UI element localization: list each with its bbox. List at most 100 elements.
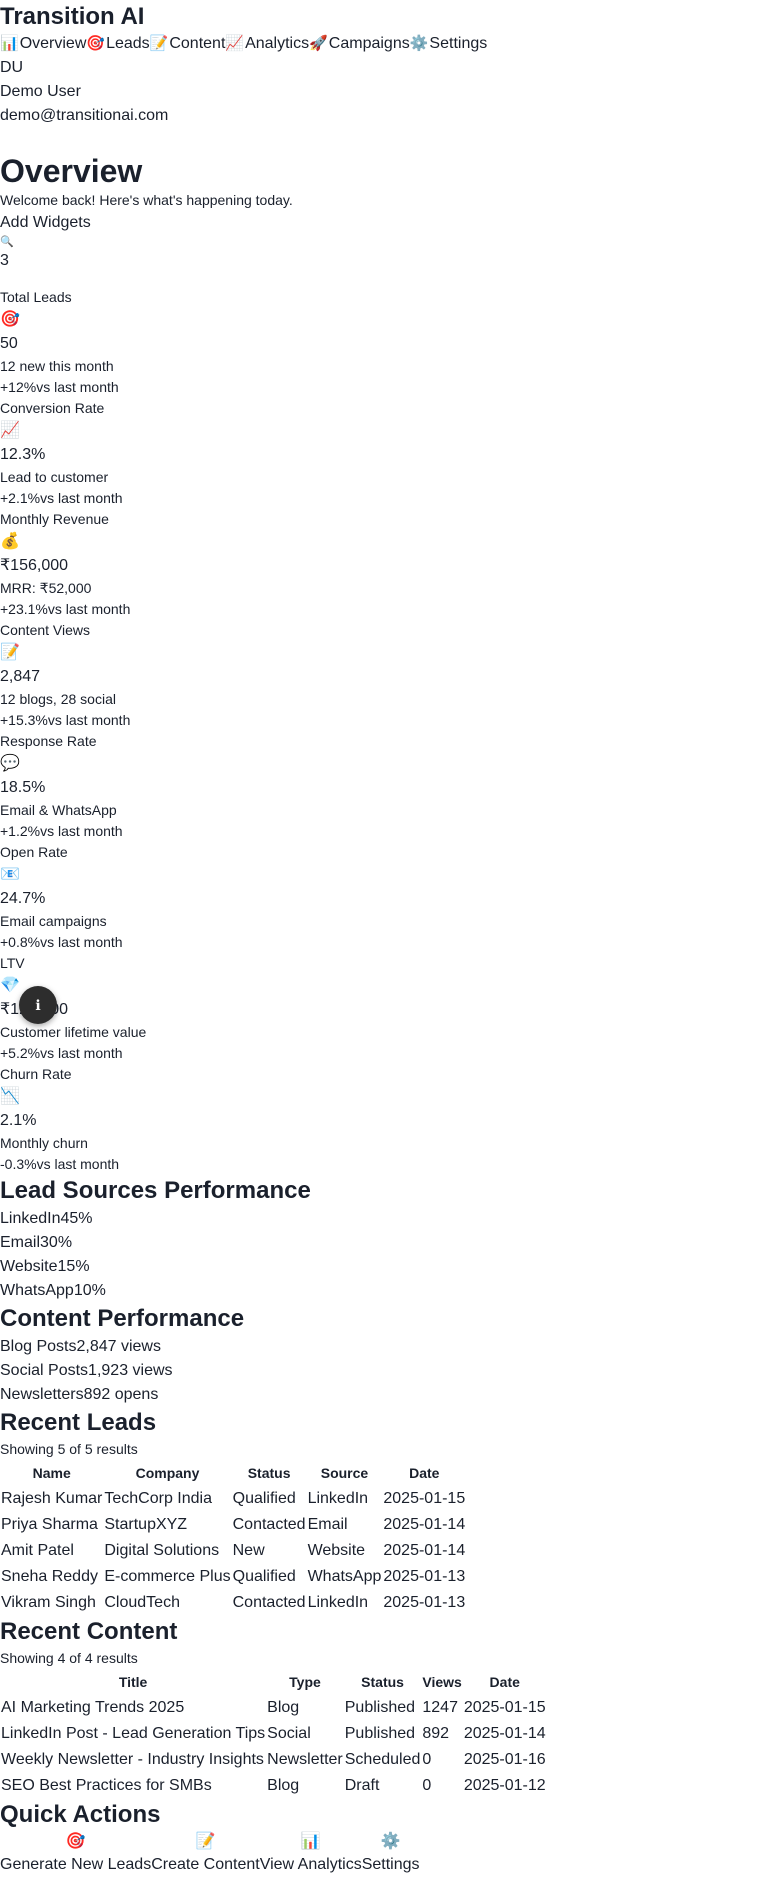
table-cell: Amit Patel: [1, 1542, 74, 1560]
table-row[interactable]: Amit Patel Digital Solutions New Website 202…: [0, 1538, 466, 1564]
column-header-date[interactable]: Date: [382, 1460, 466, 1486]
column-header-views[interactable]: Views: [421, 1669, 462, 1695]
nav-item-analytics[interactable]: 📈 Analytics: [225, 32, 309, 56]
lead-source-value: 15%: [57, 1258, 90, 1276]
table-row[interactable]: Rajesh Kumar TechCorp India Qualified Linke…: [0, 1486, 466, 1512]
info-floating-button[interactable]: ℹ: [19, 986, 57, 1024]
kpi-value: ₹156,000: [0, 557, 69, 575]
nav-item-label: Content: [169, 34, 226, 52]
kpi-change-value: +23.1%: [0, 601, 48, 618]
kpi-card: Response Rate 💬 18.5% Email & WhatsApp +1.2%…: [0, 731, 760, 842]
quick-action-create-content[interactable]: 📝 Create Content: [151, 1831, 260, 1877]
table-cell: Contacted: [232, 1516, 306, 1534]
table-cell: Published: [344, 1699, 416, 1717]
add-widgets-button[interactable]: Add Widgets: [0, 211, 91, 235]
kpi-card: Churn Rate 📉 2.1% Monthly churn -0.3%vs last…: [0, 1064, 760, 1175]
column-header-source[interactable]: Source: [307, 1460, 383, 1486]
table-header-row: Name Company Status Source Date: [0, 1460, 466, 1486]
table-row[interactable]: LinkedIn Post - Lead Generation Tips Soci…: [0, 1721, 547, 1747]
table-row[interactable]: Priya Sharma StartupXYZ Contacted Email 2025…: [0, 1512, 466, 1538]
table-cell: 0: [422, 1751, 432, 1769]
table-cell: 2025-01-14: [463, 1725, 546, 1743]
table-cell: Qualified: [232, 1490, 296, 1508]
recent-content-table: Title Type Status Views Date AI Marketing Tre…: [0, 1669, 547, 1799]
kpi-change: +0.8%vs last month: [0, 932, 760, 953]
user-name: Demo User: [0, 82, 81, 100]
kpi-change-value: -0.3%: [0, 1156, 37, 1173]
quick-action-generate-new-leads[interactable]: 🎯 Generate New Leads: [0, 1831, 151, 1877]
kpi-subtext: Monthly churn: [0, 1135, 88, 1152]
table-cell: Published: [344, 1725, 416, 1743]
quick-action-view-analytics[interactable]: 📊 View Analytics: [260, 1831, 362, 1877]
nav-item-campaigns[interactable]: 🚀 Campaigns: [309, 32, 410, 56]
info-icon: ℹ: [35, 996, 41, 1013]
nav-item-label: Leads: [106, 34, 150, 52]
table-row[interactable]: Weekly Newsletter - Industry Insights New…: [0, 1747, 547, 1773]
table-cell: Email: [307, 1516, 348, 1534]
table-row[interactable]: Vikram Singh CloudTech Contacted LinkedIn 20…: [0, 1590, 466, 1616]
kpi-value: ₹125,000: [0, 998, 760, 1022]
quick-action-icon: ⚙️: [380, 1833, 401, 1851]
column-header-name[interactable]: Name: [0, 1460, 103, 1486]
nav-item-settings[interactable]: ⚙️ Settings: [410, 32, 488, 56]
kpi-label: Total Leads: [0, 289, 72, 306]
kpi-card: LTV 💎 ₹125,000 Customer lifetime value +5.2%…: [0, 953, 760, 1064]
table-cell: 2025-01-14: [383, 1516, 466, 1534]
table-cell: Vikram Singh: [1, 1594, 96, 1612]
lead-source-name: LinkedIn: [0, 1210, 61, 1228]
recent-leads-section: Recent Leads Showing 5 of 5 results Name…: [0, 1407, 760, 1616]
table-row[interactable]: AI Marketing Trends 2025 Blog Published 124…: [0, 1695, 547, 1721]
table-header: Title Type Status Views Date: [0, 1669, 547, 1695]
table-cell: Contacted: [232, 1594, 306, 1612]
campaigns-icon: 🚀: [309, 34, 328, 52]
column-header-company[interactable]: Company: [103, 1460, 231, 1486]
table-cell: Weekly Newsletter - Industry Insights: [1, 1751, 264, 1769]
table-cell: 2025-01-16: [463, 1751, 546, 1769]
kpi-change-value: +0.8%: [0, 934, 41, 951]
table-cell: WhatsApp: [307, 1568, 382, 1586]
table-cell: Blog: [267, 1777, 300, 1795]
lead-source-name: Email: [0, 1234, 41, 1252]
quick-action-icon: 📊: [300, 1833, 321, 1851]
table-cell: 2025-01-13: [383, 1594, 466, 1612]
kpi-change-value: +5.2%: [0, 1045, 41, 1062]
column-header-status[interactable]: Status: [232, 1460, 307, 1486]
table-cell: SEO Best Practices for SMBs: [1, 1777, 212, 1795]
table-row[interactable]: Sneha Reddy E-commerce Plus Qualified Whats…: [0, 1564, 466, 1590]
widget-count: 3: [0, 252, 9, 270]
column-header-status[interactable]: Status: [344, 1669, 422, 1695]
column-header-type[interactable]: Type: [266, 1669, 344, 1695]
recent-content-title: Recent Content: [0, 1618, 178, 1646]
content-performance-item: Blog Posts2,847 views: [0, 1335, 760, 1359]
nav-item-overview[interactable]: 📊 Overview: [0, 32, 86, 56]
table-row[interactable]: SEO Best Practices for SMBs Blog Draft 0 202…: [0, 1773, 547, 1799]
table-cell: 2025-01-13: [383, 1568, 466, 1586]
content-icon: 📝: [149, 34, 169, 52]
kpi-change: +2.1%vs last month: [0, 488, 760, 509]
column-header-title[interactable]: Title: [0, 1669, 266, 1695]
nav-item-label: Overview: [19, 34, 87, 52]
nav-item-label: Analytics: [245, 34, 310, 52]
content-performance-title: Content Performance: [0, 1305, 245, 1333]
user-avatar[interactable]: DU: [0, 56, 760, 80]
kpi-card: Open Rate 📧 24.7% Email campaigns +0.8%vs la…: [0, 842, 760, 953]
table-cell: LinkedIn: [307, 1490, 369, 1508]
nav-item-content[interactable]: 📝 Content: [150, 32, 226, 56]
nav-item-leads[interactable]: 🎯 Leads: [86, 32, 149, 56]
lead-source-name: Website: [0, 1258, 58, 1276]
lead-source-item: WhatsApp10%: [0, 1279, 760, 1303]
table-cell: Website: [307, 1542, 366, 1560]
quick-action-settings[interactable]: ⚙️ Settings: [362, 1831, 420, 1877]
column-header-date[interactable]: Date: [463, 1669, 547, 1695]
kpi-grid: Total Leads 🎯 50 12 new this month +12%vs la…: [0, 287, 760, 1175]
kpi-change: -0.3%vs last month: [0, 1154, 760, 1175]
recent-content-count: Showing 4 of 4 results: [0, 1650, 138, 1667]
table-cell: 2025-01-14: [383, 1542, 466, 1560]
quick-action-icon: 🎯: [65, 1833, 86, 1851]
quick-actions-title: Quick Actions: [0, 1801, 161, 1829]
table-cell: Qualified: [232, 1568, 296, 1586]
overview-icon: 📊: [0, 34, 19, 52]
kpi-card: Total Leads 🎯 50 12 new this month +12%vs la…: [0, 287, 760, 398]
table-cell: LinkedIn: [307, 1594, 369, 1612]
kpi-change-value: +1.2%: [0, 823, 41, 840]
